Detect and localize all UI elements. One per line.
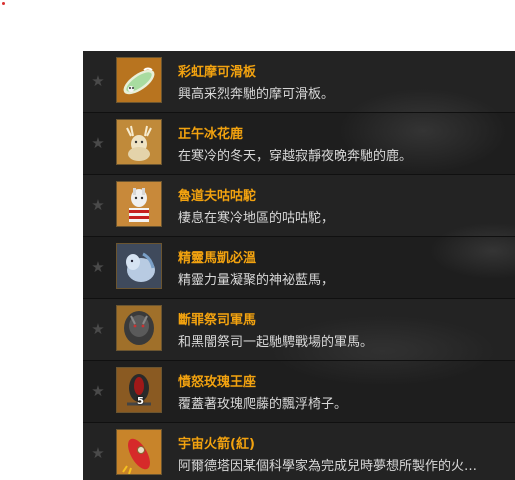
favorite-star-icon[interactable]: ★ (90, 135, 106, 151)
item-description: 興高采烈奔馳的摩可滑板。 (178, 87, 335, 102)
warhorse-icon (116, 305, 162, 351)
item-name: 魯道夫咕咕駝 (178, 189, 257, 204)
item-description: 在寒冷的冬天，穿越寂靜夜晚奔馳的鹿。 (178, 149, 413, 164)
list-item[interactable]: ★ 5 憤怒玫瑰王座 覆蓋著玫瑰爬藤的飄浮椅子。 (83, 361, 515, 423)
item-name: 正午冰花鹿 (178, 127, 244, 142)
favorite-star-icon[interactable]: ★ (90, 259, 106, 275)
favorite-star-icon[interactable]: ★ (90, 383, 106, 399)
list-item[interactable]: ★ 精靈馬凱必溫 精靈力量凝聚的神祕藍馬， (83, 237, 515, 299)
list-item[interactable]: ★ 宇宙火箭(紅) 阿爾德塔因某個科學家為完成兒時夢想所製作的火… (83, 423, 515, 480)
list-item[interactable]: ★ 斷罪祭司軍馬 和黑闇祭司一起馳騁戰場的軍馬。 (83, 299, 515, 361)
item-description: 阿爾德塔因某個科學家為完成兒時夢想所製作的火… (178, 459, 478, 474)
red-rocket-icon (116, 429, 162, 475)
rainbow-skateboard-icon (116, 57, 162, 103)
item-name: 彩虹摩可滑板 (178, 65, 257, 80)
favorite-star-icon[interactable]: ★ (90, 197, 106, 213)
item-description: 和黑闇祭司一起馳騁戰場的軍馬。 (178, 335, 374, 350)
spirit-horse-icon (116, 243, 162, 289)
list-item[interactable]: ★ 正午冰花鹿 在寒冷的冬天，穿越寂靜夜晚奔馳的鹿。 (83, 113, 515, 175)
item-count-badge: 5 (137, 396, 144, 407)
rudolph-camel-icon (116, 181, 162, 227)
item-description: 精靈力量凝聚的神祕藍馬， (178, 273, 335, 288)
favorite-star-icon[interactable]: ★ (90, 445, 106, 461)
item-name: 精靈馬凱必溫 (178, 251, 257, 266)
favorite-star-icon[interactable]: ★ (90, 321, 106, 337)
item-description: 棲息在寒冷地區的咕咕駝， (178, 211, 335, 226)
item-description: 覆蓋著玫瑰爬藤的飄浮椅子。 (178, 397, 348, 412)
rose-throne-icon: 5 (116, 367, 162, 413)
list-item[interactable]: ★ 魯道夫咕咕駝 棲息在寒冷地區的咕咕駝， (83, 175, 515, 237)
corner-marker (2, 2, 5, 5)
ice-deer-icon (116, 119, 162, 165)
item-name: 斷罪祭司軍馬 (178, 313, 257, 328)
list-item[interactable]: ★ 彩虹摩可滑板 興高采烈奔馳的摩可滑板。 (83, 51, 515, 113)
favorite-star-icon[interactable]: ★ (90, 73, 106, 89)
item-name: 憤怒玫瑰王座 (178, 375, 257, 390)
mount-list: ★ 彩虹摩可滑板 興高采烈奔馳的摩可滑板。 ★ 正午冰花鹿 在寒冷的冬天，穿越寂… (83, 51, 515, 480)
item-name: 宇宙火箭(紅) (178, 437, 255, 452)
